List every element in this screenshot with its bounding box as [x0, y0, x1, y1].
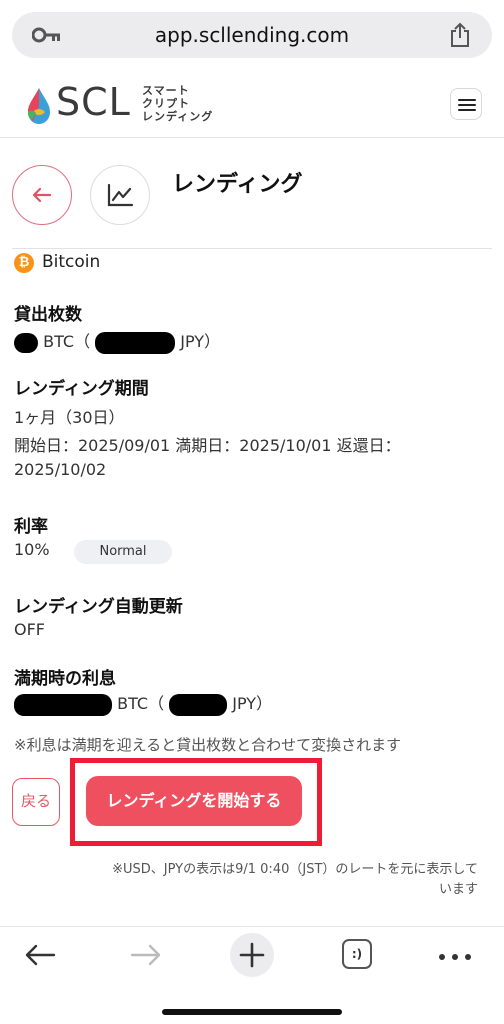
redacted-interest — [14, 693, 112, 716]
interest-value: BTC（ JPY） — [14, 690, 272, 716]
share-icon[interactable] — [448, 22, 472, 48]
redacted-interest-jpy — [169, 693, 228, 716]
redacted-jpy — [95, 331, 176, 354]
browser-back-icon[interactable] — [24, 943, 56, 967]
logo-wordmark: SCL — [56, 80, 131, 124]
rate-label: 利率 — [14, 517, 48, 537]
divider — [12, 248, 492, 249]
plus-icon — [239, 942, 265, 968]
auto-renew-value: OFF — [14, 620, 45, 639]
url-text[interactable]: app.scllending.com — [12, 12, 492, 58]
hamburger-icon[interactable] — [450, 88, 482, 120]
page-title: レンディング — [172, 172, 303, 197]
back-button[interactable]: 戻る — [12, 778, 60, 826]
rate-row: 10% Normal — [14, 540, 214, 566]
browser-address-area: app.scllending.com — [0, 0, 504, 72]
logo-subtitle: スマート クリプト レンディング — [142, 84, 214, 123]
tabs-icon[interactable]: :) — [342, 939, 372, 969]
start-lending-button[interactable]: レンディングを開始する — [86, 776, 302, 826]
auto-renew-label: レンディング自動更新 — [14, 597, 183, 617]
asset-name: Bitcoin — [42, 252, 101, 272]
conversion-note: ※利息は満期を迎えると貸出枚数と合わせて変換されます — [14, 736, 402, 754]
back-arrow-button[interactable] — [12, 165, 72, 225]
address-bar[interactable]: app.scllending.com — [12, 12, 492, 58]
rate-value: 10% — [14, 540, 50, 559]
redacted-amount — [14, 332, 38, 353]
drop-logo-icon — [28, 88, 50, 124]
interest-label: 満期時の利息 — [14, 669, 116, 689]
period-return-date: 2025/10/02 — [14, 460, 107, 479]
line-chart-icon — [107, 183, 134, 207]
browser-forward-icon[interactable] — [130, 943, 162, 967]
more-icon[interactable] — [438, 953, 472, 961]
lend-amount-value: BTC（ JPY） — [14, 328, 220, 354]
lend-amount-label: 貸出枚数 — [14, 305, 82, 325]
rate-type-badge: Normal — [74, 540, 172, 564]
home-indicator — [162, 1009, 342, 1015]
browser-toolbar: :) — [0, 926, 504, 1024]
period-dates: 開始日：2025/09/01 満期日：2025/10/01 返還日： — [14, 436, 401, 455]
chart-button[interactable] — [90, 165, 150, 225]
bitcoin-icon: ₿ — [14, 253, 34, 273]
rate-footnote: ※USD、JPYの表示は9/1 0:40（JST）のレートを元に表示して います — [112, 862, 478, 897]
new-tab-button[interactable] — [230, 933, 274, 977]
period-duration: 1ヶ月（30日） — [14, 408, 125, 427]
arrow-left-icon — [32, 187, 52, 203]
site-header: SCL スマート クリプト レンディング — [0, 72, 504, 138]
period-label: レンディング期間 — [14, 379, 149, 399]
